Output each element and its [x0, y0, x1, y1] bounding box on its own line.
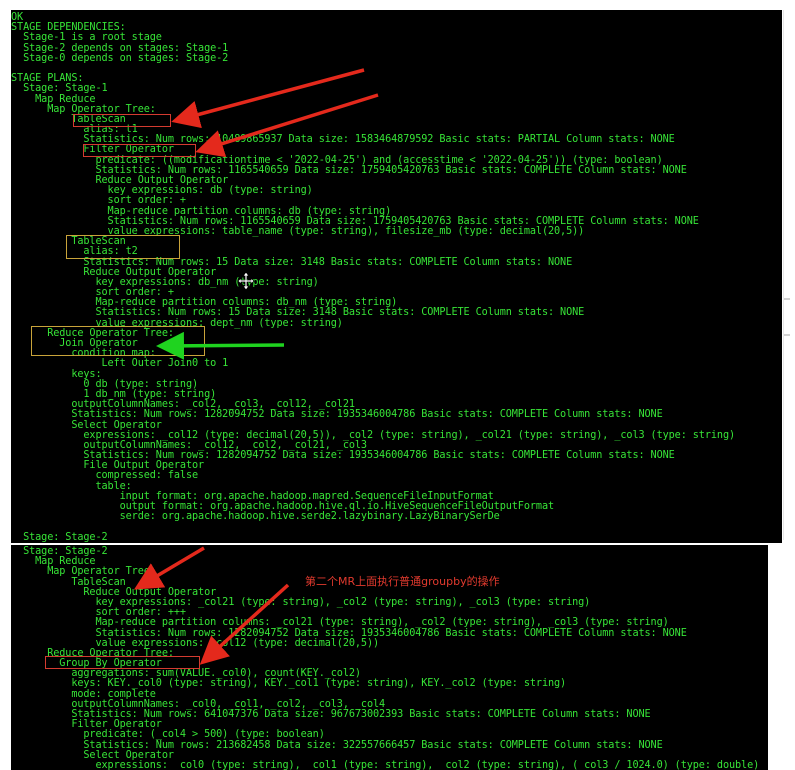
arrow-to-filter-operator — [195, 93, 379, 158]
annotation-note: 第二个MR上面执行普通groupby的操作 — [305, 575, 500, 588]
arrow-to-tablescan-t1 — [171, 68, 365, 129]
move-cursor-icon — [237, 271, 255, 291]
arrow-to-map-operator-tree — [133, 546, 205, 590]
arrow-to-group-by-operator — [199, 583, 290, 665]
arrow-to-join-operator — [156, 331, 285, 360]
annotation-arrows — [133, 68, 379, 665]
